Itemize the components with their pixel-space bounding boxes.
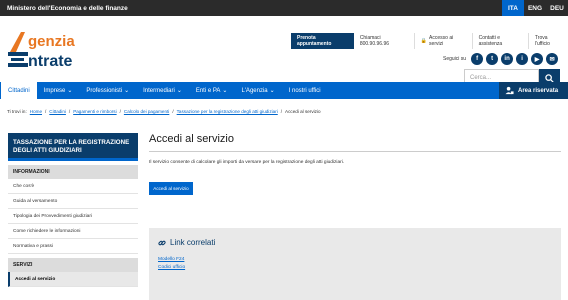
social-links: Seguici su f t in i ▶ ✉ xyxy=(443,53,559,65)
sidebar-item-che-cose[interactable]: Che cos'è xyxy=(8,179,138,194)
lang-deu[interactable]: DEU xyxy=(546,0,568,16)
service-description: Il servizio consente di calcolare gli im… xyxy=(149,160,345,165)
lock-icon: 🔒 xyxy=(420,38,428,44)
accesso-servizi-label: Accesso ai servizi xyxy=(429,35,454,47)
related-links-box: Link correlati Modello F24 Codici uffici… xyxy=(149,228,561,300)
facebook-icon[interactable]: f xyxy=(471,53,484,65)
sidebar-section-informazioni: INFORMAZIONI xyxy=(8,165,138,179)
sidebar-item-accedi[interactable]: Accedi al servizio xyxy=(8,272,138,287)
link-icon xyxy=(158,240,166,245)
chevron-down-icon: ⌄ xyxy=(222,88,228,94)
twitter-icon[interactable]: t xyxy=(486,53,499,65)
sidebar-item-come-richiedere[interactable]: Come richiedere le informazioni xyxy=(8,224,138,239)
breadcrumb: Ti trovi in: Home / Cittadini / Pagamenti … xyxy=(7,109,321,114)
phone-link[interactable]: Chiamaci 800.90.96.96 xyxy=(354,33,415,49)
utility-bar: Prenota appuntamento Chiamaci 800.90.96.… xyxy=(291,33,568,49)
agenzia-entrate-logo[interactable]: genzia ntrate xyxy=(8,30,108,70)
chevron-down-icon: ⌄ xyxy=(176,88,182,94)
trova-ufficio-link[interactable]: Trova l'ufficio xyxy=(529,33,568,49)
top-bar: Ministero dell'Economia e delle finanze … xyxy=(0,0,568,16)
breadcrumb-prefix: Ti trovi in: xyxy=(7,109,27,114)
related-links-heading: Link correlati xyxy=(158,238,552,247)
sidebar-item-tipologia[interactable]: Tipologia dei Provvedimenti giudiziari xyxy=(8,209,138,224)
area-riservata-label: Area riservata xyxy=(518,87,559,94)
breadcrumb-current: Accedi al servizio xyxy=(285,109,321,114)
main-navigation: Cittadini Imprese ⌄ Professionisti ⌄ Inter… xyxy=(0,82,568,99)
youtube-icon[interactable]: ▶ xyxy=(531,53,544,65)
nav-agenzia[interactable]: L'Agenzia ⌄ xyxy=(234,82,281,99)
user-lock-icon xyxy=(505,86,514,95)
sidebar-section-servizi: SERVIZI xyxy=(8,258,138,272)
sidebar-title: TASSAZIONE PER LA REGISTRAZIONE DEGLI AT… xyxy=(8,133,138,161)
chevron-down-icon: ⌄ xyxy=(67,88,73,94)
related-link-f24[interactable]: Modello F24 xyxy=(158,257,552,262)
accesso-servizi-link[interactable]: 🔒 Accesso ai servizi xyxy=(415,33,473,49)
nav-intermediari[interactable]: Intermediari ⌄ xyxy=(136,82,189,99)
related-links-title: Link correlati xyxy=(170,238,216,247)
site-header: genzia ntrate Prenota appuntamento Chiam… xyxy=(0,16,568,87)
sidebar: TASSAZIONE PER LA REGISTRAZIONE DEGLI AT… xyxy=(8,133,138,287)
nav-professionisti[interactable]: Professionisti ⌄ xyxy=(79,82,136,99)
linkedin-icon[interactable]: in xyxy=(501,53,514,65)
breadcrumb-calcolo[interactable]: Calcolo dei pagamenti xyxy=(124,109,169,114)
prenota-appuntamento-button[interactable]: Prenota appuntamento xyxy=(291,33,354,49)
chevron-down-icon: ⌄ xyxy=(124,88,130,94)
breadcrumb-tassazione[interactable]: Tassazione per la registrazione degli at… xyxy=(177,109,278,114)
seguici-label: Seguici su xyxy=(443,56,467,62)
chevron-down-icon: ⌄ xyxy=(269,88,275,94)
logo-word-bottom: ntrate xyxy=(28,53,73,70)
instagram-icon[interactable]: i xyxy=(516,53,529,65)
accedi-servizio-button[interactable]: Accedi al servizio xyxy=(149,182,193,195)
breadcrumb-pagamenti[interactable]: Pagamenti e rimborsi xyxy=(73,109,116,114)
nav-imprese[interactable]: Imprese ⌄ xyxy=(37,82,80,99)
nav-enti-pa[interactable]: Enti e PA ⌄ xyxy=(189,82,235,99)
breadcrumb-cittadini[interactable]: Cittadini xyxy=(49,109,66,114)
related-link-codici[interactable]: Codici ufficio xyxy=(158,265,552,270)
ministry-link[interactable]: Ministero dell'Economia e delle finanze xyxy=(7,5,128,12)
sidebar-item-normativa[interactable]: Normativa e prassi xyxy=(8,239,138,254)
sidebar-item-guida[interactable]: Guida al versamento xyxy=(8,194,138,209)
email-icon[interactable]: ✉ xyxy=(546,53,559,65)
language-switcher: ITA ENG DEU xyxy=(502,0,568,16)
lang-ita[interactable]: ITA xyxy=(502,0,524,16)
nav-cittadini[interactable]: Cittadini xyxy=(1,82,37,99)
page-title: Accedi al servizio xyxy=(149,133,234,145)
logo-word-top: genzia xyxy=(28,33,75,50)
area-riservata-button[interactable]: Area riservata xyxy=(499,82,568,99)
title-divider xyxy=(149,151,561,152)
nav-nostri-uffici[interactable]: I nostri uffici xyxy=(282,82,328,99)
contatti-link[interactable]: Contatti e assistenza xyxy=(473,33,529,49)
lang-eng[interactable]: ENG xyxy=(524,0,546,16)
breadcrumb-home[interactable]: Home xyxy=(30,109,42,114)
